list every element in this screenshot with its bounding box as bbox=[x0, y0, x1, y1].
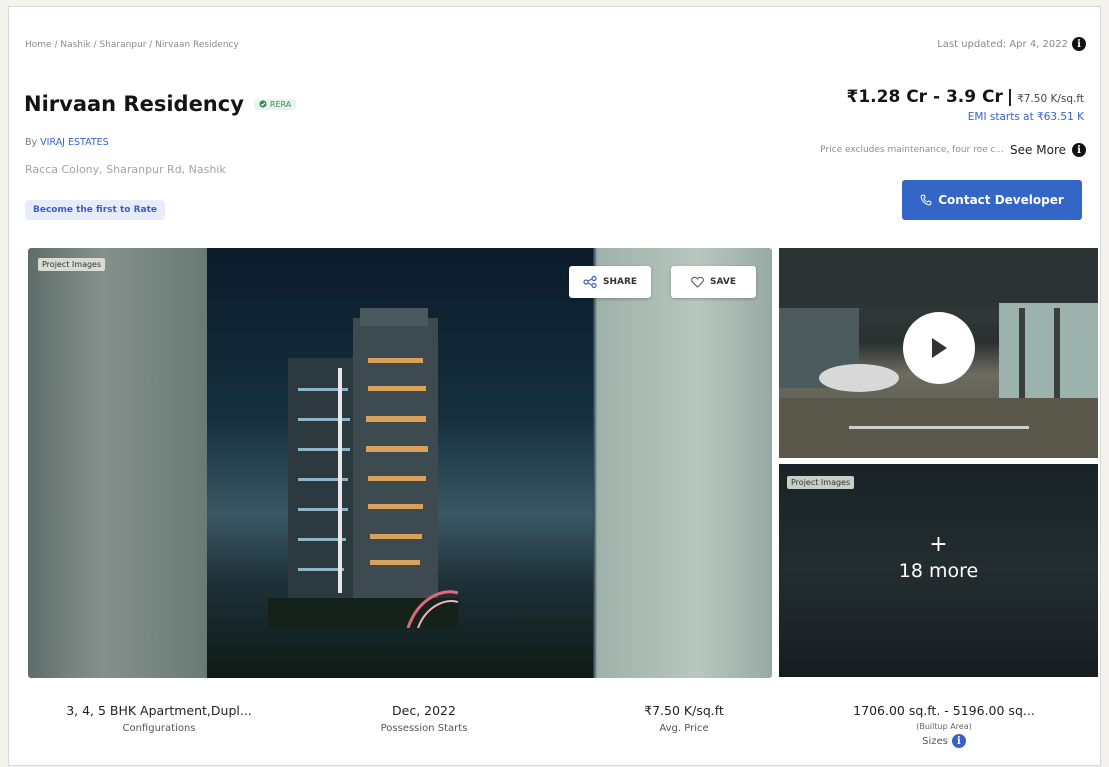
stat-label: Sizes bbox=[922, 735, 948, 747]
rera-label: RERA bbox=[269, 99, 292, 109]
stat-value: ₹7.50 K/sq.ft bbox=[644, 703, 724, 718]
title-row: Nirvaan Residency RERA bbox=[24, 92, 297, 116]
more-images-count: 18 more bbox=[898, 560, 979, 582]
see-more-link[interactable]: See More bbox=[1010, 143, 1066, 157]
stat-sub-label: (Builtup Area) bbox=[916, 722, 972, 731]
stat-avg-price: ₹7.50 K/sq.ft Avg. Price bbox=[594, 703, 774, 734]
play-icon bbox=[932, 338, 947, 358]
share-button[interactable]: SHARE bbox=[569, 266, 651, 298]
price-row: ₹1.28 Cr - 3.9 Cr | ₹7.50 K/sq.ft bbox=[847, 87, 1085, 107]
phone-icon bbox=[920, 194, 932, 206]
info-icon[interactable]: i bbox=[1072, 37, 1086, 51]
project-images-tag: Project Images bbox=[787, 476, 855, 489]
breadcrumb[interactable]: Home / Nashik / Sharanpur / Nirvaan Resi… bbox=[25, 40, 239, 50]
save-label: SAVE bbox=[710, 277, 736, 287]
last-updated: Last updated: Apr 4, 2022 i bbox=[937, 37, 1086, 51]
stat-value: 3, 4, 5 BHK Apartment,Dupl... bbox=[66, 703, 252, 718]
save-button[interactable]: SAVE bbox=[671, 266, 756, 298]
emi-link[interactable]: EMI starts at ₹63.51 K bbox=[968, 111, 1084, 123]
info-icon[interactable]: i bbox=[951, 734, 966, 748]
price-excludes-row: Price excludes maintenance, four roe c..… bbox=[820, 143, 1086, 157]
rera-badge[interactable]: RERA bbox=[253, 98, 297, 110]
stat-label: Avg. Price bbox=[659, 723, 709, 734]
stat-label: Configurations bbox=[122, 723, 196, 734]
stat-value: Dec, 2022 bbox=[392, 703, 456, 718]
project-page: Home / Nashik / Sharanpur / Nirvaan Resi… bbox=[8, 6, 1101, 766]
stat-sizes: 1706.00 sq.ft. - 5196.00 sq... (Builtup … bbox=[844, 703, 1044, 748]
more-images-thumbnail[interactable]: Project Images + 18 more bbox=[779, 464, 1098, 677]
price-range: ₹1.28 Cr - 3.9 Cr bbox=[846, 87, 1003, 107]
share-label: SHARE bbox=[602, 277, 638, 287]
share-icon bbox=[583, 276, 597, 288]
rera-check-icon bbox=[259, 100, 267, 108]
stat-value: 1706.00 sq.ft. - 5196.00 sq... bbox=[853, 703, 1035, 718]
project-images-tag: Project Images bbox=[38, 258, 106, 271]
more-plus: + bbox=[929, 532, 948, 557]
stat-label: Possession Starts bbox=[380, 723, 468, 734]
info-icon[interactable]: i bbox=[1072, 143, 1086, 157]
price-separator: | bbox=[1006, 87, 1014, 107]
price-excludes-text: Price excludes maintenance, four roe c..… bbox=[820, 145, 1005, 155]
project-address: Racca Colony, Sharanpur Rd, Nashik bbox=[25, 163, 226, 176]
rate-project-button[interactable]: Become the first to Rate bbox=[25, 200, 165, 220]
play-button[interactable] bbox=[903, 312, 975, 384]
heart-icon bbox=[691, 276, 704, 288]
stat-label-row: Sizes i bbox=[844, 734, 1044, 748]
developer-byline: By VIRAJ ESTATES bbox=[25, 137, 109, 148]
main-project-image[interactable]: Project Images SHARE SAVE bbox=[28, 248, 772, 678]
more-images-overlay: + 18 more bbox=[779, 532, 1098, 583]
last-updated-text: Last updated: Apr 4, 2022 bbox=[937, 38, 1068, 50]
developer-link[interactable]: VIRAJ ESTATES bbox=[40, 137, 109, 148]
tower-illustration bbox=[268, 308, 458, 628]
project-video-thumbnail[interactable] bbox=[779, 248, 1098, 458]
price-per-sqft: ₹7.50 K/sq.ft bbox=[1017, 93, 1084, 105]
contact-developer-button[interactable]: Contact Developer bbox=[902, 180, 1082, 220]
contact-developer-label: Contact Developer bbox=[938, 193, 1064, 207]
stat-configurations: 3, 4, 5 BHK Apartment,Dupl... Configurat… bbox=[59, 703, 259, 734]
by-label: By bbox=[25, 137, 38, 148]
stat-possession: Dec, 2022 Possession Starts bbox=[334, 703, 514, 734]
page-title: Nirvaan Residency bbox=[24, 92, 244, 116]
